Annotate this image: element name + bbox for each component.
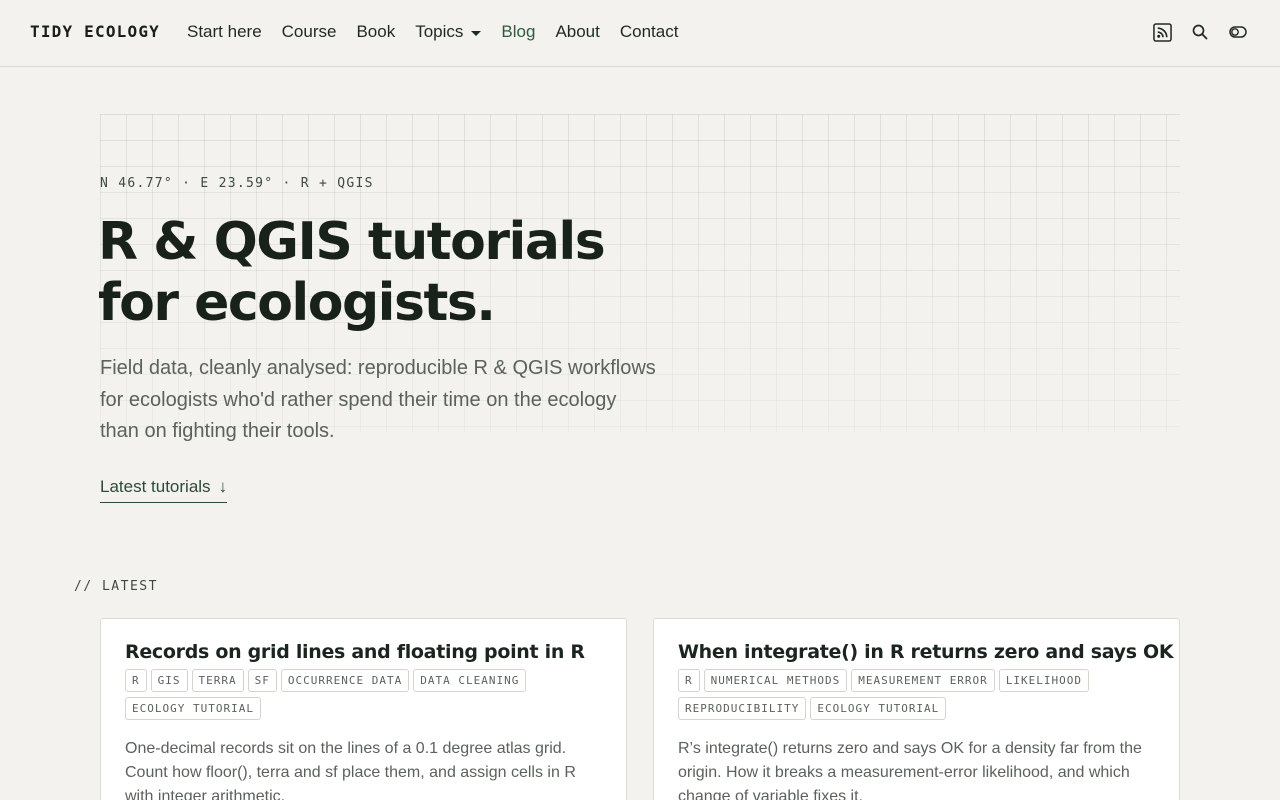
- nav-label: Start here: [187, 22, 262, 41]
- search-icon[interactable]: [1190, 22, 1210, 42]
- post-title-link[interactable]: When integrate() in R returns zero and s…: [678, 641, 1174, 663]
- nav-item-start-here[interactable]: Start here: [187, 22, 262, 42]
- nav-item-course[interactable]: Course: [282, 22, 337, 42]
- cta-label: Latest tutorials: [100, 477, 211, 496]
- tag[interactable]: MEASUREMENT ERROR: [851, 669, 995, 692]
- post-card: Records on grid lines and floating point…: [100, 618, 627, 800]
- tag-list: R NUMERICAL METHODS MEASUREMENT ERROR LI…: [678, 669, 1155, 720]
- nav-item-contact[interactable]: Contact: [620, 22, 679, 42]
- arrow-down-icon: ↓: [218, 477, 228, 496]
- hero-coordinates: N 46.77° · E 23.59° · R + QGIS: [100, 176, 374, 191]
- site-logo[interactable]: TIDY ECOLOGY: [30, 22, 160, 41]
- post-title-link[interactable]: Records on grid lines and floating point…: [125, 641, 602, 663]
- tag[interactable]: TERRA: [191, 669, 244, 692]
- post-excerpt: One-decimal records sit on the lines of …: [125, 740, 576, 800]
- nav-label: Topics: [415, 22, 464, 41]
- caret-down-icon: [471, 30, 482, 36]
- nav-label: About: [555, 22, 600, 41]
- tag[interactable]: ECOLOGY TUTORIAL: [810, 697, 947, 720]
- hero-subtitle: Field data, cleanly analysed: reproducib…: [100, 357, 656, 442]
- tag[interactable]: SF: [247, 669, 277, 692]
- title-line-2: for ecologists.: [98, 273, 496, 333]
- nav-label: Contact: [619, 22, 679, 41]
- tag[interactable]: ECOLOGY TUTORIAL: [125, 697, 261, 720]
- nav-item-book[interactable]: Book: [356, 22, 395, 42]
- site-header: TIDY ECOLOGY Start here Course Book Topi…: [0, 0, 1280, 67]
- page-title: R & QGIS tutorials for ecologists.: [98, 212, 738, 334]
- nav-item-topics[interactable]: Topics: [415, 22, 482, 42]
- tag-list: R GIS TERRA SF OCCURRENCE DATA DATA CLEA…: [125, 669, 602, 720]
- main-nav: Start here Course Book Topics Blog About…: [187, 22, 678, 42]
- theme-toggle-icon[interactable]: [1228, 22, 1248, 42]
- nav-item-about[interactable]: About: [555, 22, 599, 42]
- post-card: When integrate() in R returns zero and s…: [653, 618, 1180, 800]
- tag[interactable]: OCCURRENCE DATA: [280, 669, 410, 692]
- nav-label: Book: [356, 22, 396, 41]
- tag[interactable]: GIS: [150, 669, 188, 692]
- latest-tutorials-link[interactable]: Latest tutorials ↓: [100, 477, 228, 503]
- nav-item-blog[interactable]: Blog: [501, 22, 535, 42]
- tag[interactable]: NUMERICAL METHODS: [703, 669, 848, 692]
- tag[interactable]: R: [678, 669, 700, 692]
- title-line-1: R & QGIS tutorials: [98, 212, 606, 272]
- rss-icon[interactable]: [1152, 22, 1172, 42]
- post-excerpt: R’s integrate() returns zero and says OK…: [678, 740, 1142, 800]
- header-actions: [1152, 22, 1248, 42]
- nav-label: Blog: [501, 22, 536, 41]
- tag[interactable]: LIKELIHOOD: [998, 669, 1090, 692]
- section-label-latest: // LATEST: [74, 579, 158, 594]
- tag[interactable]: REPRODUCIBILITY: [678, 697, 807, 720]
- tag[interactable]: DATA CLEANING: [413, 669, 527, 692]
- tag[interactable]: R: [125, 669, 147, 692]
- nav-label: Course: [281, 22, 337, 41]
